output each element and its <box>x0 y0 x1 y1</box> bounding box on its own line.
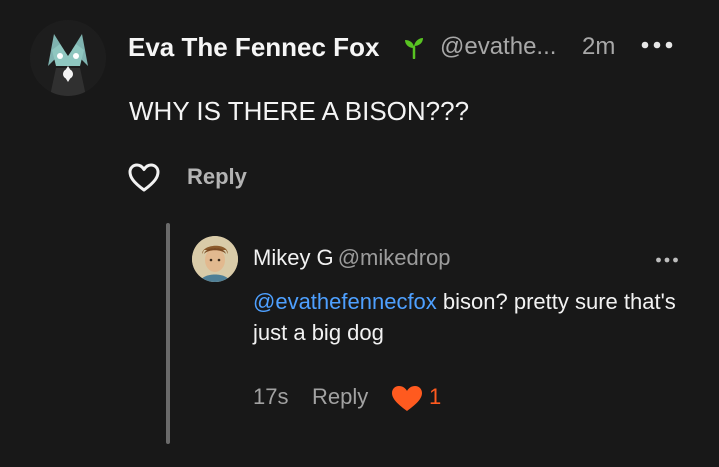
comment-author-name[interactable]: Eva The Fennec Fox <box>128 32 379 63</box>
comment-body: WHY IS THERE A BISON??? <box>129 96 470 126</box>
reply-author-handle[interactable]: @mikedrop <box>338 245 451 270</box>
like-count: 1 <box>429 384 442 409</box>
mention-link[interactable]: @evathefennecfox <box>253 289 437 314</box>
reply-author-line: Mikey G @mikedrop <box>253 245 451 271</box>
heart-outline-icon[interactable] <box>127 162 161 194</box>
sprout-icon <box>403 37 425 60</box>
more-horizontal-icon[interactable] <box>640 38 674 52</box>
heart-filled-icon[interactable] <box>390 385 424 413</box>
avatar-mikey[interactable] <box>192 236 238 282</box>
portrait-avatar-image <box>192 236 238 282</box>
reply-timestamp: 17s <box>253 384 289 409</box>
more-horizontal-icon[interactable] <box>655 252 679 263</box>
reply-to-reply-button[interactable]: Reply <box>312 384 368 410</box>
comment-timestamp: 2m <box>582 33 616 60</box>
reply-button[interactable]: Reply <box>187 164 247 190</box>
avatar-eva[interactable] <box>30 20 106 96</box>
reply-body: @evathefennecfox bison? pretty sure that… <box>253 286 693 348</box>
thread-line <box>166 223 170 444</box>
comment-author-handle[interactable]: @evathe... <box>440 33 556 61</box>
reply-author-name[interactable]: Mikey G <box>253 245 334 270</box>
fennec-avatar-image <box>30 20 106 96</box>
